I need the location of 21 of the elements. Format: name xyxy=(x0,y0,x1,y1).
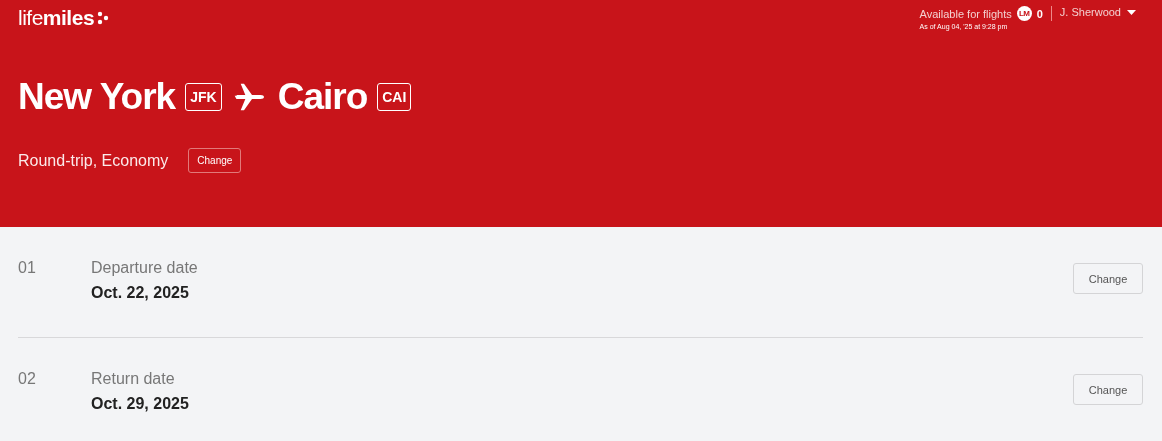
balance-label: Available for flights xyxy=(919,7,1012,20)
change-button[interactable]: Change xyxy=(1073,374,1143,405)
dots-icon xyxy=(97,11,110,25)
trip-type: Round-trip, Economy xyxy=(18,151,169,170)
caret-icon xyxy=(1127,9,1136,15)
step-number: 02 xyxy=(18,370,37,388)
step-label: Departure date xyxy=(91,259,199,277)
user-menu[interactable]: J. Sherwood xyxy=(1059,6,1136,18)
step-number: 01 xyxy=(18,259,37,277)
date-value: Oct. 22, 2025 xyxy=(91,284,190,302)
destination-city: Cairo xyxy=(277,76,368,118)
logo[interactable]: lifemiles xyxy=(18,6,95,30)
change-button[interactable]: Change xyxy=(188,148,242,173)
miles-balance: 0 xyxy=(1036,7,1043,20)
miles-badge: LM xyxy=(1016,6,1032,21)
step-label: Return date xyxy=(91,370,176,388)
change-button[interactable]: Change xyxy=(1073,263,1143,294)
date-value: Oct. 29, 2025 xyxy=(91,395,190,413)
origin-city: New York xyxy=(18,76,176,118)
airport-code: CAI xyxy=(377,83,412,111)
airport-code: JFK xyxy=(185,83,222,111)
